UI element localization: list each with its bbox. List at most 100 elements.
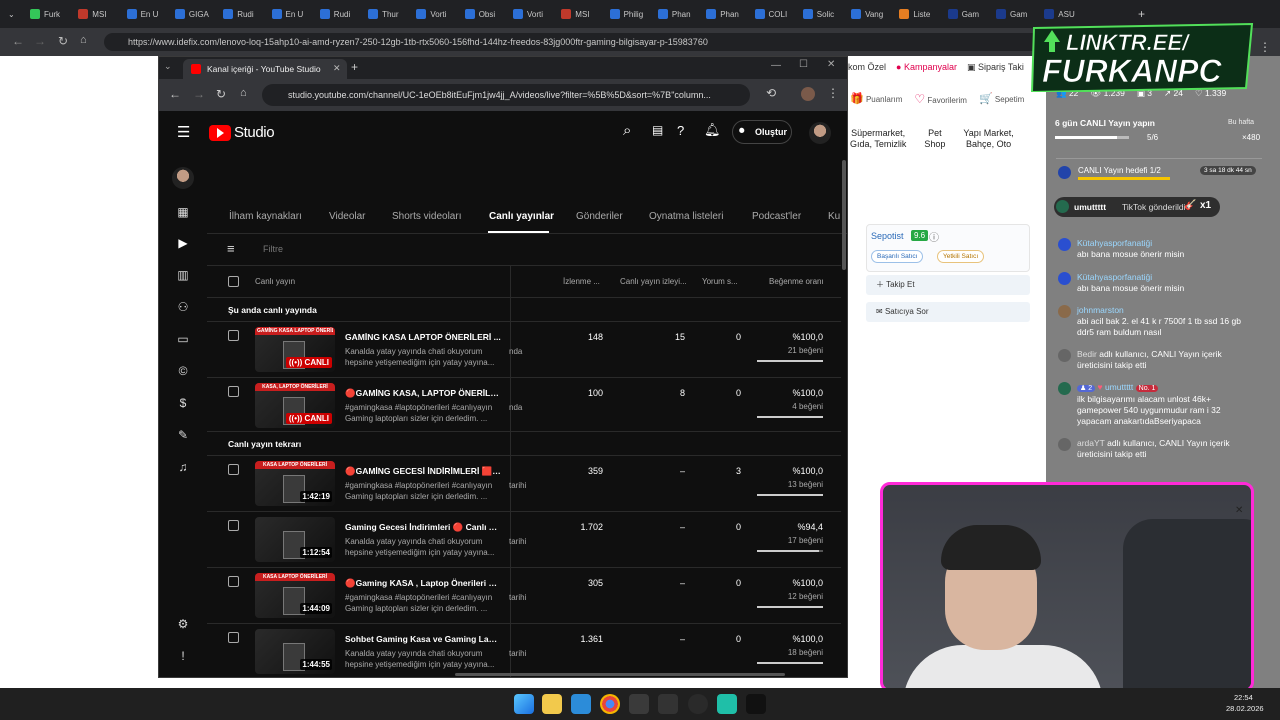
tab-more[interactable]: Ku — [828, 211, 840, 222]
info-icon[interactable]: ⓘ — [929, 229, 939, 244]
feedback-icon[interactable]: ▤ — [652, 123, 663, 137]
tab-podcasts[interactable]: Podcast'ler — [752, 211, 801, 222]
new-tab-icon[interactable]: + — [351, 60, 358, 74]
category-pet[interactable]: Pet Shop — [924, 128, 945, 150]
video-thumbnail[interactable]: KASA, LAPTOP ÖNERİLERİ ((•)) CANLI — [255, 383, 335, 428]
outer-tab[interactable]: Vang — [851, 4, 883, 24]
video-title[interactable]: 🔴GAMİNG KASA, LAPTOP ÖNERİLE... — [345, 388, 501, 399]
home-icon[interactable]: ⌂ — [80, 34, 87, 46]
table-row[interactable]: 1:44:55 Sohbet Gaming Kasa ve Gaming Lapt… — [207, 623, 841, 677]
tab-live[interactable]: Canlı yayınlar — [489, 211, 554, 222]
outer-tab[interactable]: Vorti — [416, 4, 446, 24]
profile-avatar[interactable] — [801, 87, 815, 101]
close-tab-icon[interactable]: ✕ — [333, 63, 341, 74]
outer-tab[interactable]: ASU — [1044, 4, 1075, 24]
customization-icon[interactable]: ✎ — [174, 426, 192, 444]
campaigns-link[interactable]: ● Kampanyalar — [896, 62, 957, 73]
column-views[interactable]: İzlenme ... — [563, 277, 600, 286]
tab-videos[interactable]: Videolar — [329, 211, 366, 222]
row-checkbox[interactable] — [228, 632, 239, 643]
outer-tab[interactable]: Vorti — [513, 4, 543, 24]
community-icon[interactable]: ⚇ — [174, 298, 192, 316]
search-icon[interactable]: ⌕ — [623, 122, 631, 139]
category-yapi[interactable]: Yapı Market, Bahçe, Oto — [963, 128, 1013, 150]
points-link[interactable]: 🎁 Puanlarım — [850, 92, 902, 106]
filter-icon[interactable]: ≡ — [227, 241, 235, 256]
hamburger-menu-icon[interactable]: ☰ — [177, 123, 190, 141]
row-checkbox[interactable] — [228, 520, 239, 531]
outer-tab[interactable]: Phan — [657, 4, 691, 24]
tab-shorts[interactable]: Shorts videoları — [392, 211, 461, 222]
tab-studio[interactable]: Kanal içeriği - YouTube Studio ✕ — [183, 59, 347, 79]
content-icon[interactable]: ▶ — [174, 234, 192, 252]
reload-icon[interactable]: ↻ — [216, 87, 226, 101]
analytics-icon[interactable]: ▥ — [174, 266, 192, 284]
extensions-icon[interactable]: ⋮ — [1259, 40, 1271, 54]
outer-tab[interactable]: Rudi — [319, 4, 350, 24]
forward-icon[interactable]: → — [193, 87, 205, 101]
account-avatar[interactable] — [809, 122, 831, 144]
app-icon[interactable] — [629, 694, 649, 714]
table-row[interactable]: KASA LAPTOP ÖNERİLERİ 1:44:09 🔴Gaming KASA… — [207, 567, 841, 623]
outer-tab[interactable]: Liste — [899, 4, 930, 24]
outer-tab[interactable]: En U — [271, 4, 303, 24]
earn-icon[interactable]: $ — [174, 394, 192, 412]
outer-tab[interactable]: MSI — [78, 4, 107, 24]
app-icon[interactable] — [717, 694, 737, 714]
outer-tab[interactable]: Thur — [368, 4, 399, 24]
channel-avatar[interactable] — [172, 167, 194, 189]
outer-tab[interactable]: GIGA — [174, 4, 209, 24]
column-comments[interactable]: Yorum s... — [702, 277, 738, 286]
table-row[interactable]: KASA LAPTOP ÖNERİLERİ 1:42:19 🔴GAMİNG GECE… — [207, 455, 841, 511]
table-row[interactable]: GAMİNG KASA LAPTOP ÖNERİLERİ((•)) CANLI G… — [207, 321, 841, 377]
back-icon[interactable]: ← — [12, 34, 24, 48]
forward-icon[interactable]: → — [34, 34, 46, 48]
close-window-icon[interactable]: ✕ — [827, 59, 835, 70]
column-likes[interactable]: Beğenme oranı — [769, 277, 824, 286]
send-feedback-icon[interactable]: ! — [174, 647, 192, 665]
video-title[interactable]: GAMİNG KASA LAPTOP ÖNERİLERİ ... — [345, 332, 501, 342]
tab-posts[interactable]: Gönderiler — [576, 211, 623, 222]
outer-tab[interactable]: Gam — [947, 4, 979, 24]
maximize-icon[interactable]: ☐ — [799, 59, 808, 70]
video-title[interactable]: Sohbet Gaming Kasa ve Gaming Lapt... — [345, 634, 501, 644]
outer-tab[interactable]: Solic — [802, 4, 834, 24]
settings-gear-icon[interactable]: ⚙ — [174, 615, 192, 633]
chrome-icon[interactable] — [600, 694, 620, 714]
outer-address-bar[interactable]: https://www.idefix.com/lenovo-loq-15ahp1… — [104, 33, 1054, 51]
tab-list-icon[interactable]: ⌄ — [8, 4, 15, 24]
outer-tab[interactable]: MSI — [561, 4, 590, 24]
notifications-bell-icon[interactable]: 🔔︎ — [704, 122, 721, 138]
subtitles-icon[interactable]: ▭ — [174, 330, 192, 348]
seller-name[interactable]: Sepotist — [871, 231, 904, 241]
tab-inspiration[interactable]: İlham kaynakları — [229, 211, 302, 222]
row-checkbox[interactable] — [228, 464, 239, 475]
cart-link[interactable]: 🛒 Sepetim — [979, 92, 1024, 106]
file-explorer-icon[interactable] — [542, 694, 562, 714]
video-thumbnail[interactable]: KASA LAPTOP ÖNERİLERİ 1:42:19 — [255, 461, 335, 506]
outer-tab[interactable]: Rudi — [223, 4, 254, 24]
table-row[interactable]: KASA, LAPTOP ÖNERİLERİ ((•)) CANLI 🔴GAMİNG… — [207, 377, 841, 433]
video-thumbnail[interactable]: KASA LAPTOP ÖNERİLERİ 1:44:09 — [255, 573, 335, 618]
video-thumbnail[interactable]: 1:44:55 — [255, 629, 335, 674]
back-icon[interactable]: ← — [169, 87, 181, 101]
tab-list-icon[interactable]: ⌄ — [164, 61, 172, 72]
outer-tab[interactable]: Furk — [30, 4, 60, 24]
category-supermarket[interactable]: Süpermarket, Gıda, Temizlik — [850, 128, 906, 150]
reload-icon[interactable]: ↻ — [58, 34, 68, 48]
row-checkbox[interactable] — [228, 386, 239, 397]
video-title[interactable]: Gaming Gecesi İndirimleri 🔴 Canlı Ya... — [345, 522, 501, 533]
video-thumbnail[interactable]: GAMİNG KASA LAPTOP ÖNERİLERİ ((•)) CANLI — [255, 327, 335, 372]
order-track-link[interactable]: ▣ Sipariş Taki — [967, 62, 1024, 73]
inner-address-bar[interactable]: studio.youtube.com/channel/UC-1eOEb8itEu… — [262, 84, 750, 106]
outer-tab[interactable]: Obsi — [464, 4, 495, 24]
select-all-checkbox[interactable] — [228, 276, 239, 287]
start-windows-icon[interactable] — [514, 694, 534, 714]
outer-tab[interactable]: En U — [126, 4, 158, 24]
audio-library-icon[interactable]: ♫ — [174, 458, 192, 476]
follow-seller-button[interactable]: ＋ Takip Et — [866, 275, 1030, 295]
vertical-scrollbar[interactable] — [842, 160, 846, 270]
app-icon[interactable] — [658, 694, 678, 714]
table-row[interactable]: 1:12:54 Gaming Gecesi İndirimleri 🔴 Canlı… — [207, 511, 841, 567]
column-concurrent[interactable]: Canlı yayın izleyi... — [620, 277, 687, 286]
